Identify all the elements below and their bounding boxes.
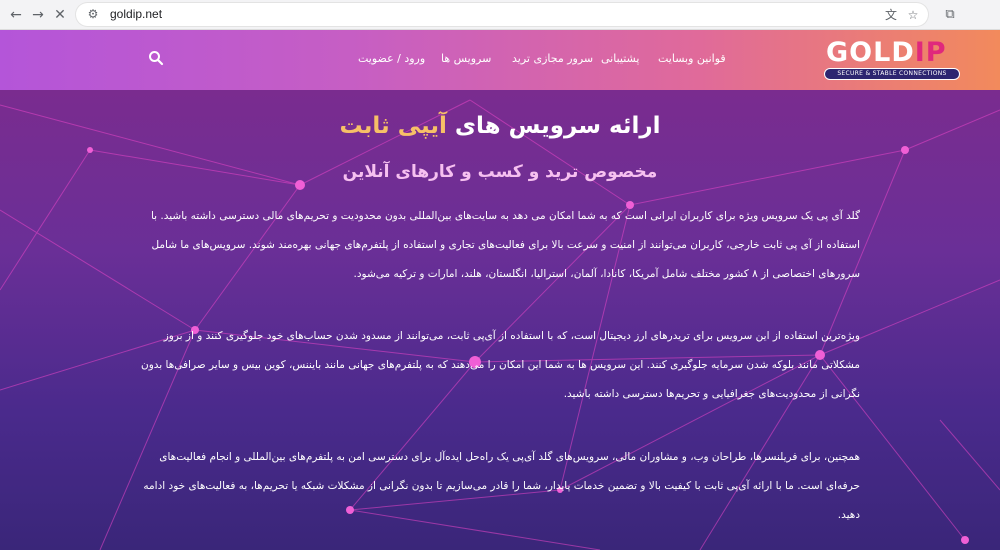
translate-icon[interactable]: 文 (882, 6, 900, 24)
url-text[interactable]: goldip.net (110, 7, 162, 21)
extensions-icon[interactable]: ⧉ (940, 5, 960, 25)
intro-paragraph-3: همچنین، برای فریلنسرها، طراحان وب، و مشا… (143, 451, 860, 521)
site-info-icon[interactable]: ⚙ (84, 5, 102, 23)
intro-paragraph-1: گلد آی پی یک سرویس ویژه برای کاربران ایر… (150, 210, 860, 280)
hero-subtitle: مخصوص ترید و کسب و کارهای آنلاین (342, 162, 658, 182)
intro-paragraph-2: ویژه‌ترین استفاده از این سرویس برای ترید… (140, 330, 860, 400)
search-icon[interactable] (148, 50, 164, 66)
site-header: قوانین وبسایت پشتیبانی سرور مجازی ترید س… (0, 30, 1000, 90)
logo-tagline: SECURE & STABLE CONNECTIONS (824, 68, 960, 80)
hero-section: ارائه سرویس های آیپی ثابت مخصوص ترید و ک… (0, 90, 1000, 550)
close-icon[interactable]: ✕ (50, 5, 70, 25)
logo-wordmark: GOLDIP (826, 37, 947, 68)
menu-item-trade-vps[interactable]: سرور مجازی ترید (512, 52, 593, 65)
menu-item-support[interactable]: پشتیبانی (601, 52, 639, 65)
bookmark-star-icon[interactable]: ☆ (904, 6, 922, 24)
menu-item-login[interactable]: ورود / عضویت (358, 52, 425, 65)
browser-toolbar: ← → ✕ ⚙ goldip.net 文 ☆ ⧉ (0, 0, 1000, 30)
hero-title: ارائه سرویس های آیپی ثابت (339, 113, 661, 139)
arrow-left-icon[interactable]: ← (6, 5, 26, 25)
menu-item-rules[interactable]: قوانین وبسایت (658, 52, 726, 65)
site-logo[interactable]: GOLDIP SECURE & STABLE CONNECTIONS (822, 37, 962, 80)
menu-item-services[interactable]: سرویس ها (441, 52, 491, 65)
address-bar[interactable]: ⚙ goldip.net 文 ☆ (76, 3, 928, 26)
arrow-right-icon[interactable]: → (28, 5, 48, 25)
